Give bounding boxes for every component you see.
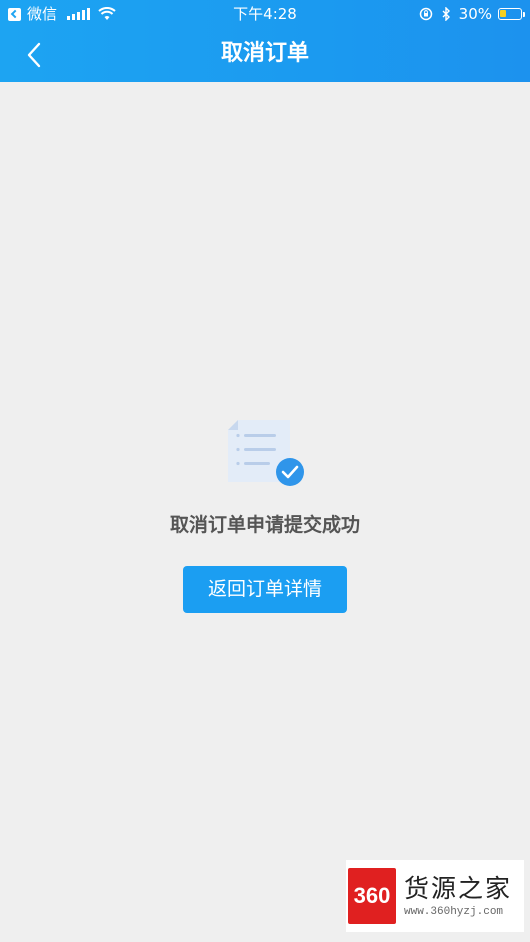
watermark: 360 货源之家 www.360hyzj.com (346, 860, 524, 932)
battery-level-fill (500, 10, 506, 17)
page-title: 取消订单 (220, 41, 309, 66)
top-bar: 微信 下午4:28 30% 取消订单 (0, 0, 530, 82)
document-check-icon (228, 420, 304, 486)
rotation-lock-icon (419, 7, 432, 21)
success-message: 取消订单申请提交成功 (169, 514, 360, 536)
watermark-logo: 360 (348, 868, 396, 924)
battery-icon (498, 8, 525, 20)
status-bar: 微信 下午4:28 30% (0, 0, 530, 28)
watermark-url: www.360hyzj.com (404, 906, 504, 918)
battery-percent: 30% (458, 5, 492, 23)
nav-bar: 取消订单 (0, 28, 530, 82)
watermark-text: 货源之家 www.360hyzj.com (404, 873, 512, 919)
bluetooth-icon (442, 7, 450, 21)
status-right: 30% (419, 0, 525, 28)
watermark-name: 货源之家 (404, 874, 513, 903)
main-content: 取消订单申请提交成功 返回订单详情 (0, 82, 530, 942)
return-order-detail-button[interactable]: 返回订单详情 (183, 566, 347, 613)
